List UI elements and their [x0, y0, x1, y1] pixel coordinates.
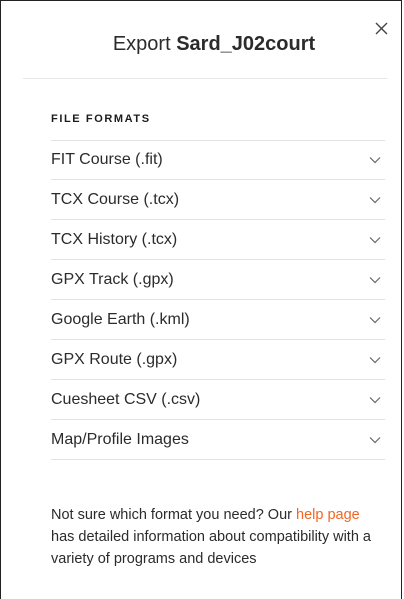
format-item-fit-course[interactable]: FIT Course (.fit)	[51, 140, 385, 180]
format-label: FIT Course (.fit)	[51, 151, 163, 168]
chevron-down-icon	[369, 316, 381, 323]
format-item-cuesheet-csv[interactable]: Cuesheet CSV (.csv)	[51, 380, 385, 420]
format-item-tcx-history[interactable]: TCX History (.tcx)	[51, 220, 385, 260]
chevron-down-icon	[369, 196, 381, 203]
close-icon	[375, 22, 388, 35]
format-label: Google Earth (.kml)	[51, 310, 190, 328]
format-label: TCX Course (.tcx)	[51, 190, 180, 208]
help-text: Not sure which format you need? Our help…	[51, 504, 385, 570]
section-label: FILE FORMATS	[51, 113, 151, 125]
format-item-gpx-track[interactable]: GPX Track (.gpx)	[51, 260, 385, 300]
help-text-before: Not sure which format you need? Our	[51, 507, 297, 523]
modal-header: Export Sard_J02court	[23, 1, 387, 79]
modal-title: Export Sard_J02court	[113, 33, 315, 56]
help-page-link[interactable]: help page	[296, 507, 360, 523]
route-name: Sard_J02court	[176, 33, 316, 55]
file-formats-section: FILE FORMATS FIT Course (.fit) TCX Cours…	[1, 112, 401, 570]
format-label: Map/Profile Images	[51, 430, 189, 448]
format-label: GPX Track (.gpx)	[51, 270, 174, 288]
format-label: GPX Route (.gpx)	[51, 350, 178, 368]
chevron-down-icon	[369, 276, 381, 283]
format-item-gpx-route[interactable]: GPX Route (.gpx)	[51, 340, 385, 380]
chevron-down-icon	[369, 236, 381, 243]
title-prefix: Export	[112, 33, 171, 55]
format-item-map-profile-images[interactable]: Map/Profile Images	[51, 420, 385, 460]
close-button[interactable]	[371, 18, 393, 40]
chevron-down-icon	[369, 436, 381, 443]
chevron-down-icon	[369, 157, 381, 164]
format-list: FIT Course (.fit) TCX Course (.tcx) TCX …	[51, 140, 385, 460]
help-text-after: has detailed information about compatibi…	[51, 529, 371, 567]
chevron-down-icon	[369, 356, 381, 363]
chevron-down-icon	[369, 396, 381, 403]
format-label: Cuesheet CSV (.csv)	[51, 390, 201, 408]
format-item-tcx-course[interactable]: TCX Course (.tcx)	[51, 180, 385, 220]
format-item-google-earth[interactable]: Google Earth (.kml)	[51, 300, 385, 340]
export-modal: Export Sard_J02court FILE FORMATS FIT Co…	[0, 0, 402, 599]
format-label: TCX History (.tcx)	[51, 230, 178, 248]
